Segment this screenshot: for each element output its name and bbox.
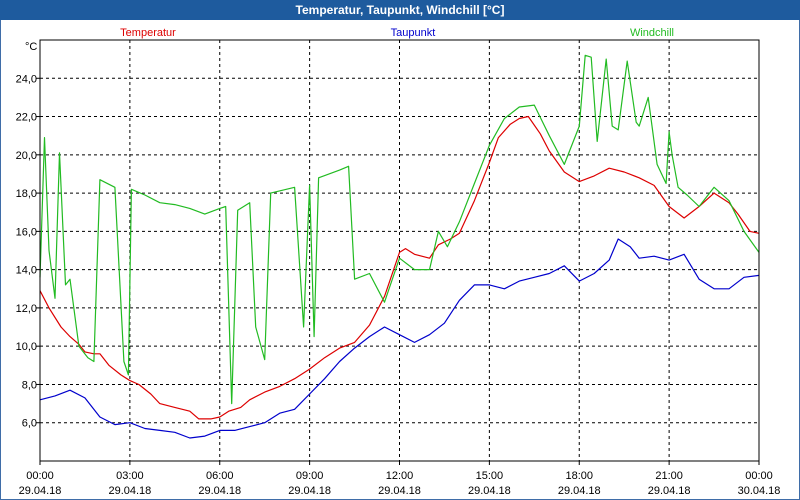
line-chart: °C 6,0 8,0 10,0 12,0 14,0 16,0 18,0 20,0 22,0 24,… [16, 27, 781, 497]
x-tick-time-label: 03:00 [116, 470, 144, 482]
x-tick-date-label: 30.04.18 [738, 485, 781, 497]
x-tick-time-label: 00:00 [745, 470, 773, 482]
y-tick-label: 24,0 [16, 73, 37, 85]
legend-label-windchill: Windchill [630, 27, 674, 39]
y-tick-label: 14,0 [16, 265, 37, 277]
x-axis-ticks: 00:00 29.04.18 03:00 29.04.18 06:00 29.04.18 0… [19, 461, 781, 497]
x-tick-date-label: 29.04.18 [198, 485, 241, 497]
x-tick-date-label: 29.04.18 [468, 485, 511, 497]
x-tick-time-label: 15:00 [476, 470, 504, 482]
x-tick-date-label: 29.04.18 [648, 485, 691, 497]
x-tick-date-label: 29.04.18 [108, 485, 151, 497]
x-tick-date-label: 29.04.18 [19, 485, 62, 497]
x-tick-time-label: 18:00 [565, 470, 593, 482]
y-tick-label: 18,0 [16, 188, 37, 200]
grid-lines [40, 40, 759, 461]
legend-label-taupunkt: Taupunkt [391, 27, 436, 39]
legend: Temperatur Taupunkt Windchill [120, 27, 674, 39]
y-tick-label: 6,0 [22, 418, 37, 430]
x-tick-time-label: 06:00 [206, 470, 234, 482]
y-tick-label: 10,0 [16, 341, 37, 353]
x-tick-time-label: 21:00 [655, 470, 683, 482]
y-tick-label: 22,0 [16, 112, 37, 124]
x-tick-time-label: 12:00 [386, 470, 414, 482]
x-tick-date-label: 29.04.18 [288, 485, 331, 497]
y-tick-label: 20,0 [16, 150, 37, 162]
legend-label-temperatur: Temperatur [120, 27, 176, 39]
y-tick-label: 8,0 [22, 379, 37, 391]
y-unit-label: °C [25, 41, 37, 53]
x-tick-time-label: 00:00 [26, 470, 54, 482]
x-tick-date-label: 29.04.18 [558, 485, 601, 497]
y-tick-label: 12,0 [16, 303, 37, 315]
x-tick-date-label: 29.04.18 [378, 485, 421, 497]
y-axis-ticks: 6,0 8,0 10,0 12,0 14,0 16,0 18,0 20,0 22,0 24,0 [16, 73, 40, 430]
y-tick-label: 16,0 [16, 226, 37, 238]
x-tick-time-label: 09:00 [296, 470, 324, 482]
